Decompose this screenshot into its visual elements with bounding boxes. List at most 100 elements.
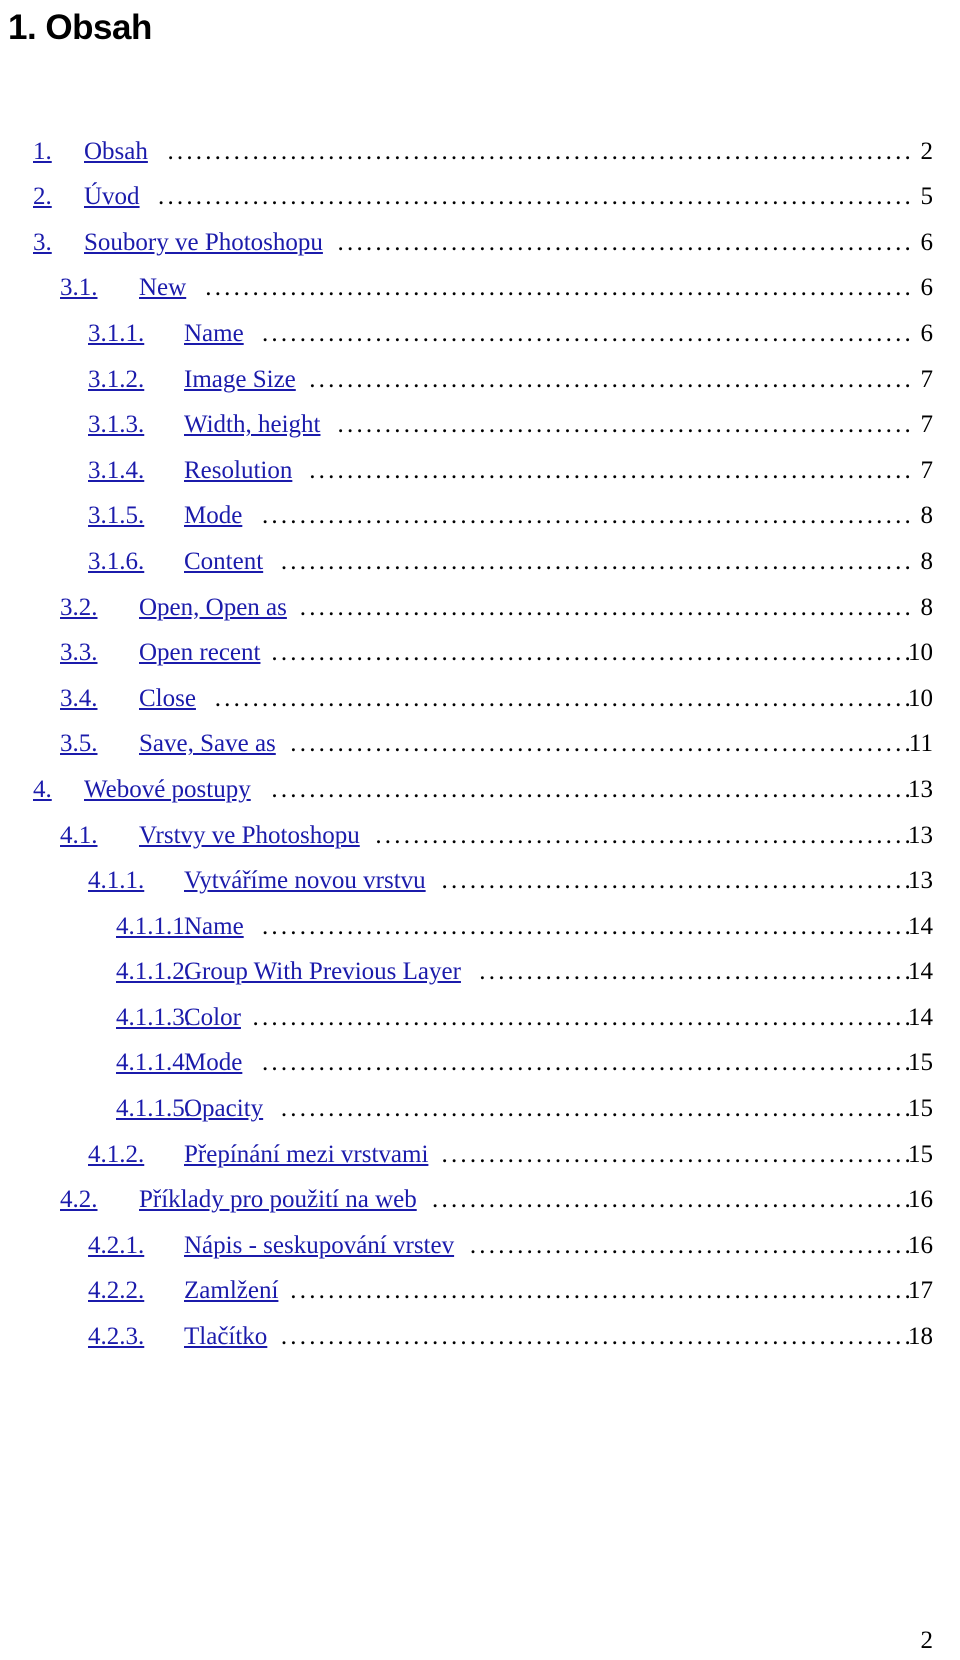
toc-entry[interactable]: ........................................… bbox=[0, 447, 960, 493]
toc-entry-page-number: 14 bbox=[908, 1003, 933, 1031]
toc-entry[interactable]: ........................................… bbox=[0, 174, 960, 220]
toc-entry-number[interactable]: 1. bbox=[33, 138, 52, 165]
toc-entry-number[interactable]: 4.1.1.2. bbox=[116, 959, 191, 985]
toc-entry-label[interactable]: Name bbox=[184, 320, 244, 347]
toc-entry-label[interactable]: Width, height bbox=[184, 412, 320, 438]
toc-entry-label[interactable]: Vytváříme novou vrstvu bbox=[184, 868, 426, 894]
toc-dot-leader: ........................................… bbox=[214, 685, 914, 712]
toc-entry-label[interactable]: Color bbox=[184, 1004, 241, 1031]
toc-entry-number[interactable]: 4.1.1.5. bbox=[116, 1096, 191, 1122]
toc-entry-label[interactable]: Group With Previous Layer bbox=[184, 959, 461, 985]
toc-dot-leader: ........................................… bbox=[205, 275, 914, 302]
toc-entry[interactable]: ........................................… bbox=[0, 584, 960, 630]
toc-entry-label[interactable]: Přepínání mezi vrstvami bbox=[184, 1141, 428, 1168]
toc-entry-label[interactable]: Webové postupy bbox=[84, 776, 251, 803]
toc-entry-label[interactable]: Opacity bbox=[184, 1096, 263, 1122]
toc-entry-number[interactable]: 3. bbox=[33, 229, 52, 256]
toc-entry[interactable]: ........................................… bbox=[0, 721, 960, 767]
toc-entry-page-number: 7 bbox=[920, 411, 934, 439]
toc-entry[interactable]: ........................................… bbox=[0, 1085, 960, 1131]
toc-entry-page-number: 15 bbox=[908, 1140, 933, 1168]
toc-entry[interactable]: ........................................… bbox=[0, 219, 960, 265]
toc-entry[interactable]: ........................................… bbox=[0, 812, 960, 858]
toc-entry-page-number: 16 bbox=[908, 1231, 933, 1259]
toc-entry-page-number: 15 bbox=[908, 1049, 933, 1077]
toc-entry[interactable]: ........................................… bbox=[0, 265, 960, 311]
toc-entry[interactable]: ........................................… bbox=[0, 538, 960, 584]
toc-entry-label[interactable]: Resolution bbox=[184, 457, 292, 484]
toc-entry-number[interactable]: 4.1.2. bbox=[88, 1141, 144, 1168]
toc-entry-page-number: 6 bbox=[920, 274, 934, 302]
table-of-contents: ........................................… bbox=[0, 128, 960, 1359]
toc-entry-number[interactable]: 3.4. bbox=[60, 685, 98, 712]
toc-entry-number[interactable]: 4.2.3. bbox=[88, 1324, 144, 1350]
toc-entry-number[interactable]: 4.1.1.3. bbox=[116, 1004, 191, 1031]
toc-entry[interactable]: ........................................… bbox=[0, 493, 960, 539]
toc-entry-number[interactable]: 4.2.1. bbox=[88, 1232, 144, 1259]
toc-entry-label[interactable]: Close bbox=[139, 685, 196, 712]
toc-entry-number[interactable]: 3.1.1. bbox=[88, 320, 144, 347]
toc-entry-label[interactable]: Open recent bbox=[139, 640, 260, 666]
toc-entry[interactable]: ........................................… bbox=[0, 1222, 960, 1268]
toc-entry[interactable]: ........................................… bbox=[0, 1313, 960, 1359]
toc-entry-number[interactable]: 4.1.1.4. bbox=[116, 1050, 191, 1076]
toc-entry-number[interactable]: 4.1.1.1. bbox=[116, 913, 191, 940]
toc-entry-number[interactable]: 4.2.2. bbox=[88, 1278, 144, 1304]
toc-entry-number[interactable]: 4. bbox=[33, 776, 52, 803]
toc-entry-page-number: 10 bbox=[908, 639, 933, 667]
toc-entry-label[interactable]: Příklady pro použití na web bbox=[139, 1187, 417, 1213]
toc-entry-number[interactable]: 2. bbox=[33, 184, 52, 210]
toc-entry-label[interactable]: Mode bbox=[184, 1050, 242, 1076]
toc-entry[interactable]: ........................................… bbox=[0, 1040, 960, 1086]
toc-entry[interactable]: ........................................… bbox=[0, 1268, 960, 1314]
toc-entry-label[interactable]: Nápis - seskupování vrstev bbox=[184, 1232, 454, 1259]
toc-entry-number[interactable]: 3.1.4. bbox=[88, 457, 144, 484]
toc-entry-number[interactable]: 3.1.2. bbox=[88, 366, 144, 393]
toc-entry-page-number: 7 bbox=[920, 456, 934, 484]
toc-entry-page-number: 13 bbox=[908, 821, 933, 849]
toc-entry-label[interactable]: New bbox=[139, 275, 186, 301]
toc-entry-number[interactable]: 3.1.5. bbox=[88, 503, 144, 529]
toc-entry-number[interactable]: 3.2. bbox=[60, 594, 98, 621]
document-page: 1. Obsah ...............................… bbox=[0, 0, 960, 1660]
toc-entry[interactable]: ........................................… bbox=[0, 356, 960, 402]
toc-entry[interactable]: ........................................… bbox=[0, 1131, 960, 1177]
toc-entry-page-number: 14 bbox=[908, 958, 933, 986]
toc-entry[interactable]: ........................................… bbox=[0, 402, 960, 448]
toc-entry[interactable]: ........................................… bbox=[0, 766, 960, 812]
toc-entry[interactable]: ........................................… bbox=[0, 128, 960, 174]
toc-entry-number[interactable]: 3.1.6. bbox=[88, 548, 144, 575]
toc-entry-number[interactable]: 4.2. bbox=[60, 1187, 98, 1213]
toc-entry-label[interactable]: Save, Save as bbox=[139, 731, 276, 757]
toc-entry-number[interactable]: 3.5. bbox=[60, 731, 98, 757]
toc-entry-label[interactable]: Image Size bbox=[184, 366, 296, 393]
toc-entry[interactable]: ........................................… bbox=[0, 630, 960, 676]
toc-entry-page-number: 8 bbox=[920, 593, 934, 621]
toc-entry[interactable]: ........................................… bbox=[0, 310, 960, 356]
toc-entry-label[interactable]: Zamlžení bbox=[184, 1278, 278, 1304]
page-title: 1. Obsah bbox=[8, 8, 152, 47]
toc-dot-leader: ........................................… bbox=[432, 1187, 914, 1214]
toc-entry-label[interactable]: Open, Open as bbox=[139, 594, 287, 621]
toc-entry[interactable]: ........................................… bbox=[0, 994, 960, 1040]
toc-entry[interactable]: ........................................… bbox=[0, 1177, 960, 1223]
toc-entry-label[interactable]: Tlačítko bbox=[184, 1324, 267, 1350]
toc-entry-page-number: 14 bbox=[908, 912, 933, 940]
toc-entry[interactable]: ........................................… bbox=[0, 903, 960, 949]
toc-entry-number[interactable]: 4.1.1. bbox=[88, 868, 144, 894]
toc-entry-label[interactable]: Obsah bbox=[84, 138, 148, 165]
toc-entry-number[interactable]: 3.1.3. bbox=[88, 412, 144, 438]
toc-entry[interactable]: ........................................… bbox=[0, 858, 960, 904]
toc-entry-page-number: 6 bbox=[920, 228, 934, 256]
toc-entry-label[interactable]: Name bbox=[184, 913, 244, 940]
toc-entry-number[interactable]: 3.1. bbox=[60, 275, 98, 301]
toc-entry-label[interactable]: Soubory ve Photoshopu bbox=[84, 229, 323, 256]
toc-entry-number[interactable]: 3.3. bbox=[60, 640, 98, 666]
toc-entry-label[interactable]: Mode bbox=[184, 503, 242, 529]
toc-entry-number[interactable]: 4.1. bbox=[60, 822, 98, 849]
toc-entry-label[interactable]: Vrstvy ve Photoshopu bbox=[139, 822, 360, 849]
toc-entry[interactable]: ........................................… bbox=[0, 949, 960, 995]
toc-entry-label[interactable]: Content bbox=[184, 548, 263, 575]
toc-entry[interactable]: ........................................… bbox=[0, 675, 960, 721]
toc-entry-label[interactable]: Úvod bbox=[84, 184, 140, 210]
